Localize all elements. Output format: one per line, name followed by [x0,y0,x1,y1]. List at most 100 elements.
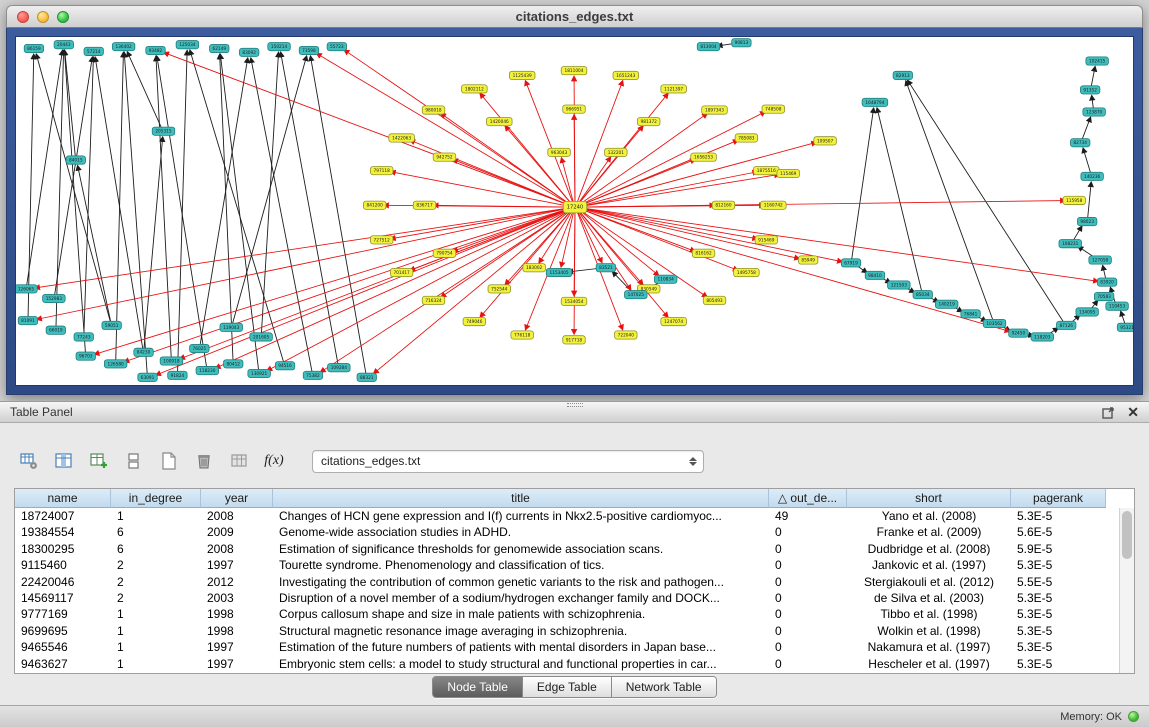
tab-node-table[interactable]: Node Table [433,677,523,697]
new-table-icon[interactable] [156,448,182,474]
graph-node[interactable]: 201605 [250,333,273,341]
column-header-in_degree[interactable]: in_degree [111,489,201,508]
graph-node[interactable]: 63091 [138,373,157,381]
table-cell[interactable]: 1 [111,606,201,622]
graph-node[interactable]: 109507 [814,137,837,145]
graph-node[interactable]: 1121397 [661,85,687,93]
table-cell[interactable]: 1 [111,508,201,524]
table-cell[interactable]: Corpus callosum shape and size in male p… [273,606,769,622]
table-cell[interactable]: Tibbo et al. (1998) [847,606,1011,622]
table-cell[interactable]: 9465546 [15,639,111,655]
graph-node[interactable]: 67919 [841,259,860,267]
table-cell[interactable]: 1 [111,623,201,639]
graph-node[interactable]: 83521 [596,264,615,272]
table-cell[interactable]: Investigating the contribution of common… [273,574,769,590]
graph-node[interactable]: 752544 [488,285,511,293]
graph-node[interactable]: 1651243 [613,71,639,79]
table-cell[interactable]: 0 [769,541,847,557]
graph-node[interactable]: 1160742 [760,201,786,209]
graph-node[interactable]: 127058 [1089,256,1112,264]
graph-node[interactable]: 836717 [413,201,436,209]
graph-node[interactable]: 841200 [363,201,386,209]
graph-node[interactable]: 81091 [18,316,37,324]
table-cell[interactable]: 9463627 [15,656,111,672]
table-settings-icon[interactable] [16,448,42,474]
table-row[interactable]: 946362711997Embryonic stem cells: a mode… [15,656,1134,672]
scrollbar-thumb[interactable] [1122,511,1132,559]
graph-node[interactable]: 749046 [463,317,486,325]
graph-node[interactable]: 1656253 [691,153,717,161]
graph-node[interactable]: 84015 [66,156,85,164]
new-column-icon[interactable] [86,448,112,474]
table-cell[interactable]: 9699695 [15,623,111,639]
table-cell[interactable]: Embryonic stem cells: a model to study s… [273,656,769,672]
graph-node[interactable]: 73598 [299,46,318,54]
table-cell[interactable]: de Silva et al. (2003) [847,590,1011,606]
graph-node[interactable]: 1422063 [389,134,415,142]
tab-edge-table[interactable]: Edge Table [523,677,612,697]
table-cell[interactable]: Hescheler et al. (1997) [847,656,1011,672]
table-cell[interactable]: 0 [769,656,847,672]
table-cell[interactable]: Estimation of significance thresholds fo… [273,541,769,557]
graph-node[interactable]: 108231 [1059,240,1082,248]
graph-node[interactable]: 963043 [548,148,571,156]
table-cell[interactable]: 0 [769,590,847,606]
table-cell[interactable]: 1998 [201,623,273,639]
table-cell[interactable]: Stergiakouli et al. (2012) [847,574,1011,590]
table-cell[interactable]: Genome-wide association studies in ADHD. [273,524,769,540]
select-columns-icon[interactable] [51,448,77,474]
table-cell[interactable]: 1997 [201,656,273,672]
table-cell[interactable]: 0 [769,524,847,540]
graph-node[interactable]: 98023 [1077,217,1096,225]
column-header-title[interactable]: title [273,489,769,508]
graph-node[interactable]: 75382 [303,371,322,379]
graph-node[interactable]: 96703 [76,352,95,360]
float-panel-icon[interactable] [1102,406,1115,419]
graph-node[interactable]: 17240 [563,201,586,213]
table-cell[interactable]: 14569117 [15,590,111,606]
table-row[interactable]: 969969511998Structural magnetic resonanc… [15,623,1134,639]
table-cell[interactable]: 0 [769,623,847,639]
graph-node[interactable]: 1495758 [734,268,760,276]
graph-node[interactable]: 83092 [239,48,258,56]
graph-node[interactable]: 785083 [735,134,758,142]
graph-node[interactable]: 130921 [248,369,271,377]
close-panel-icon[interactable]: ✕ [1127,405,1139,419]
graph-node[interactable]: 1811004 [561,67,587,75]
table-cell[interactable]: 5.9E-5 [1011,541,1106,557]
table-row[interactable]: 1872400712008Changes of HCN gene express… [15,508,1134,524]
window-titlebar[interactable]: citations_edges.txt [6,5,1143,28]
graph-node[interactable]: 790754 [433,249,456,257]
graph-node[interactable]: 123870 [1083,108,1106,116]
graph-node[interactable]: 83920 [1097,278,1116,286]
table-cell[interactable]: 5.3E-5 [1011,656,1106,672]
table-cell[interactable]: 5.3E-5 [1011,557,1106,573]
graph-node[interactable]: 136402 [112,42,135,50]
graph-node[interactable]: 85034 [913,291,932,299]
graph-node[interactable]: 132201 [605,148,628,156]
import-table-icon[interactable] [226,448,252,474]
table-cell[interactable]: 2 [111,590,201,606]
column-header-out_de[interactable]: △ out_de... [769,489,847,508]
table-cell[interactable]: 18724007 [15,508,111,524]
table-cell[interactable]: 1997 [201,557,273,573]
graph-node[interactable]: 805493 [703,296,726,304]
graph-node[interactable]: 20443 [54,41,73,49]
graph-node[interactable]: 62149 [210,44,229,52]
graph-node[interactable]: 727512 [370,236,393,244]
graph-node[interactable]: 205315 [152,127,175,135]
graph-node[interactable]: 1802112 [462,85,488,93]
graph-node[interactable]: 152983 [43,294,66,302]
table-cell[interactable]: Wolkin et al. (1998) [847,623,1011,639]
table-cell[interactable]: 19384554 [15,524,111,540]
graph-node[interactable]: 748508 [762,105,785,113]
graph-node[interactable]: 94516 [275,362,294,370]
table-row[interactable]: 946554611997Estimation of the future num… [15,639,1134,655]
table-row[interactable]: 1456911722003Disruption of a novel membe… [15,590,1134,606]
table-cell[interactable]: 1997 [201,639,273,655]
graph-node[interactable]: 1420046 [486,117,512,125]
table-cell[interactable]: 2009 [201,524,273,540]
table-row[interactable]: 977716911998Corpus callosum shape and si… [15,606,1134,622]
graph-node[interactable]: 93482 [146,46,165,54]
column-header-year[interactable]: year [201,489,273,508]
